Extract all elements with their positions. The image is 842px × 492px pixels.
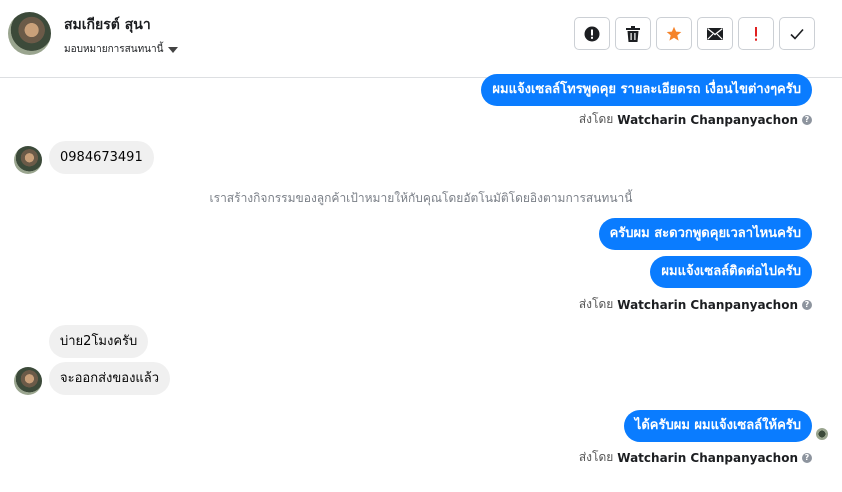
message-outgoing[interactable]: ครับผม สะดวกพูดคุยเวลาไหนครับ	[598, 218, 812, 250]
contact-name[interactable]: สมเกียรต์ สุนา	[64, 14, 151, 36]
alert-icon	[584, 26, 600, 41]
help-icon[interactable]: ?	[802, 299, 812, 310]
help-icon[interactable]: ?	[802, 114, 812, 125]
sent-by-label: ส่งโดย Watcharin Chanpanyachon ?	[579, 110, 812, 129]
star-button[interactable]	[656, 17, 692, 50]
caret-down-icon	[168, 46, 179, 53]
sent-by-agent: Watcharin Chanpanyachon	[617, 450, 798, 465]
check-icon	[790, 28, 804, 40]
mark-spam-button[interactable]	[574, 17, 610, 50]
conversation-header: สมเกียรต์ สุนา มอบหมายการสนทนานี้	[0, 0, 842, 78]
assign-conversation-dropdown[interactable]: มอบหมายการสนทนานี้	[64, 42, 179, 57]
system-note: เราสร้างกิจกรรมของลูกค้าเป้าหมายให้กับคุ…	[209, 191, 633, 205]
sent-by-prefix: ส่งโดย	[578, 450, 614, 464]
assign-label: มอบหมายการสนทนานี้	[64, 44, 164, 55]
sent-by-prefix: ส่งโดย	[578, 112, 614, 126]
delete-button[interactable]	[615, 17, 651, 50]
conversation-toolbar	[574, 17, 815, 50]
mark-unread-button[interactable]	[697, 17, 733, 50]
contact-avatar-small	[14, 146, 42, 174]
contact-avatar[interactable]	[8, 12, 51, 55]
sent-by-agent: Watcharin Chanpanyachon	[617, 112, 798, 127]
exclamation-icon	[755, 26, 757, 41]
message-incoming[interactable]: จะออกส่งของแล้ว	[49, 362, 171, 395]
message-outgoing[interactable]: ผมแจ้งเซลล์โทรพูดคุย รายละเอียดรถ เงื่อน…	[481, 74, 812, 106]
message-outgoing[interactable]: ผมแจ้งเซลล์ติดต่อไปครับ	[650, 256, 812, 288]
message-incoming[interactable]: บ่าย2โมงครับ	[49, 325, 149, 358]
follow-up-button[interactable]	[738, 17, 774, 50]
sent-by-agent: Watcharin Chanpanyachon	[617, 297, 798, 312]
mark-done-button[interactable]	[779, 17, 815, 50]
sent-by-label: ส่งโดย Watcharin Chanpanyachon ?	[579, 448, 812, 467]
star-icon	[666, 26, 682, 41]
seen-indicator-avatar	[816, 428, 828, 440]
contact-avatar-small	[14, 367, 42, 395]
message-outgoing[interactable]: ได้ครับผม ผมแจ้งเซลล์ให้ครับ	[623, 410, 812, 442]
sent-by-label: ส่งโดย Watcharin Chanpanyachon ?	[579, 295, 812, 314]
help-icon[interactable]: ?	[802, 452, 812, 463]
sent-by-prefix: ส่งโดย	[578, 297, 614, 311]
message-thread[interactable]: ผมแจ้งเซลล์โทรพูดคุย รายละเอียดรถ เงื่อน…	[0, 74, 842, 492]
trash-icon	[626, 25, 640, 42]
mail-icon	[707, 27, 723, 40]
message-incoming[interactable]: 0984673491	[49, 141, 154, 174]
